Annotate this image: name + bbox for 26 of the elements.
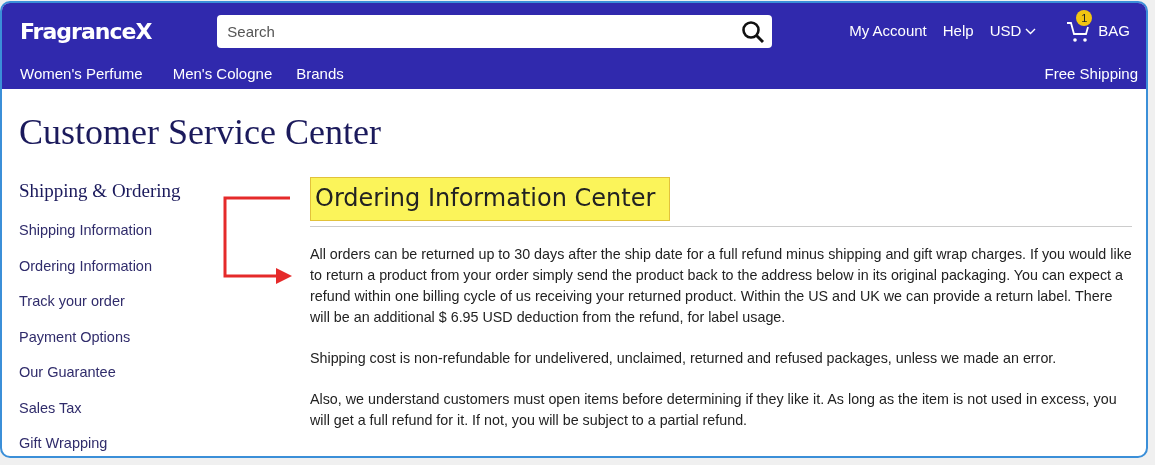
sidebar-heading: Shipping & Ordering [19,179,182,203]
header-link[interactable]: Help [942,19,974,43]
nav-link[interactable]: Brands [296,62,344,86]
promo-link[interactable]: Free Shipping [1044,62,1138,86]
sidebar-item[interactable]: Shipping Information [19,219,152,241]
logo[interactable]: FragranceX [20,14,152,48]
search-field[interactable]: Search [217,14,773,48]
nav-link[interactable]: Men's Cologne [172,62,273,86]
search-icon[interactable] [741,19,766,44]
page-title: Customer Service Center [19,111,382,154]
sidebar-item[interactable]: Track your order [19,290,125,312]
paragraph: Also, we understand customers must open items before determining if they like it. As long as the item is not used in excess, you will get a full refund for it. If not, you will be subject to a partial refund. [310,390,1118,430]
sidebar-item[interactable]: Gift Wrapping [19,432,108,454]
nav-link[interactable]: Women's Perfume [20,62,143,86]
cart-icon [1066,20,1091,43]
currency-selector[interactable]: USD [989,19,1037,43]
sidebar-item[interactable]: Our Guarantee [19,361,116,383]
header-link[interactable]: My Account [849,19,927,43]
cart-count: 1 [1076,10,1093,27]
sidebar-item[interactable]: Sales Tax [19,396,82,419]
paragraph: Shipping cost is non-refundable for undelivered, unclaimed, returned and refused packages, unless we made an error. [310,349,1058,368]
sidebar-item[interactable]: Ordering Information [19,254,152,277]
paragraph: All orders can be returned up to 30 days after the ship date for a full refund minus shipping and gift wrap charges. If you would like to return a product from your order simply send the product back to the address below in its original packaging. You can expect a refund within one billing cycle of us receiving your returned product. Within the US and UK we can provide a return label. There will be an additional $ 6.95 USD deduction from the refund, for label usage. [310,245,1132,327]
section-heading: Ordering Information Center [310,177,671,221]
chevron-down-icon [1025,27,1037,35]
sidebar-item[interactable]: Payment Options [19,325,131,348]
